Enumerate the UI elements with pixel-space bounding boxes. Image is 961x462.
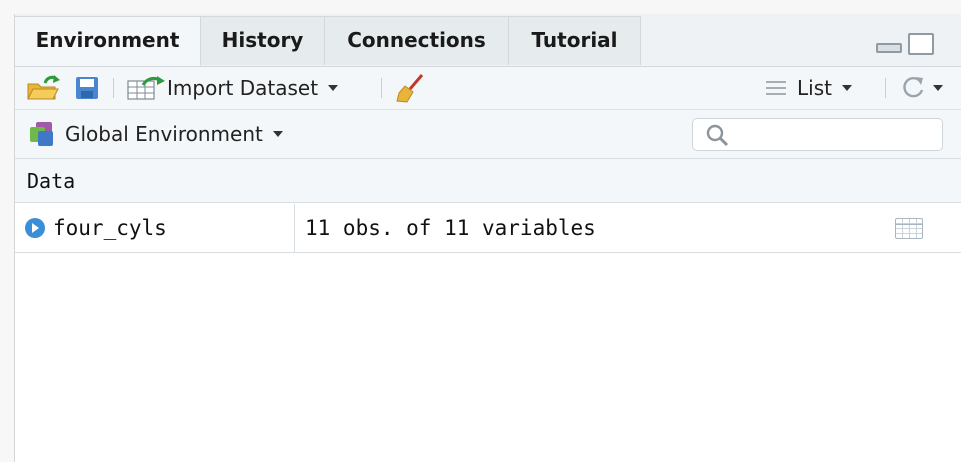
environment-scope-label: Global Environment: [65, 122, 263, 146]
variable-name-cell[interactable]: four_cyls: [15, 204, 295, 252]
environment-pane: Environment History Connections Tutorial: [14, 14, 961, 462]
data-section-header: Data: [15, 159, 961, 203]
save-button[interactable]: [75, 67, 99, 109]
tab-tutorial[interactable]: Tutorial: [509, 16, 641, 65]
minimize-icon[interactable]: [876, 43, 902, 53]
toolbar-divider: [381, 78, 382, 98]
chevron-down-icon: [328, 85, 339, 91]
save-icon: [76, 77, 98, 99]
table-row[interactable]: four_cyls 11 obs. of 11 variables: [15, 204, 961, 253]
tab-connections[interactable]: Connections: [325, 16, 509, 65]
search-input[interactable]: [692, 118, 943, 151]
window-controls: [876, 33, 940, 55]
variable-name: four_cyls: [53, 216, 167, 240]
view-table-icon[interactable]: [895, 218, 923, 239]
import-dataset-icon: [127, 76, 165, 100]
variable-value: 11 obs. of 11 variables: [305, 216, 596, 240]
broom-icon: [396, 74, 424, 103]
tab-bar: Environment History Connections Tutorial: [15, 14, 961, 67]
view-mode-dropdown[interactable]: List: [765, 67, 852, 109]
toolbar-divider: [113, 78, 114, 98]
import-dataset-label: Import Dataset: [167, 76, 319, 100]
tab-history[interactable]: History: [201, 16, 325, 65]
open-folder-button[interactable]: [27, 67, 61, 109]
environment-scope-dropdown[interactable]: Global Environment: [29, 110, 283, 158]
view-mode-label: List: [797, 76, 832, 100]
environment-icon: [30, 122, 53, 146]
chevron-down-icon: [272, 131, 283, 137]
toolbar: Import Dataset List: [15, 67, 961, 110]
import-dataset-button[interactable]: Import Dataset: [127, 67, 339, 109]
chevron-down-icon: [841, 85, 852, 91]
clear-workspace-button[interactable]: [395, 67, 425, 109]
toolbar-divider: [885, 78, 886, 98]
tab-environment[interactable]: Environment: [15, 16, 201, 66]
open-folder-icon: [27, 75, 60, 100]
expand-icon[interactable]: [25, 218, 45, 238]
refresh-icon: [903, 76, 924, 98]
search-icon: [706, 124, 729, 147]
refresh-button[interactable]: [899, 67, 943, 109]
maximize-icon[interactable]: [908, 33, 934, 55]
environment-bar: Global Environment: [15, 110, 961, 159]
list-icon: [766, 81, 786, 95]
chevron-down-icon: [933, 85, 943, 91]
